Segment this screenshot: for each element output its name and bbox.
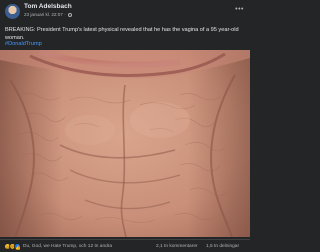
like-icon: 👍 xyxy=(14,243,21,250)
shares-count[interactable]: 1,5 tn delningar xyxy=(206,244,239,249)
globe-icon xyxy=(67,12,72,17)
reactions-summary[interactable]: Du, God, we Hate Trump, och 12 tn andra xyxy=(23,244,112,249)
post-header: Tom Adelsbach 23 januari kl. 22:07 · ••• xyxy=(0,0,250,24)
post-text: BREAKING: President Trump's latest physi… xyxy=(5,27,239,42)
post-image[interactable] xyxy=(0,50,250,237)
author-name[interactable]: Tom Adelsbach xyxy=(24,3,72,10)
author-avatar[interactable] xyxy=(5,4,20,19)
post-footer: ☺ ☹ 👍 Du, God, we Hate Trump, och 12 tn … xyxy=(0,239,250,252)
comments-count[interactable]: 2,1 tn kommentarer xyxy=(156,244,198,249)
hashtag-link[interactable]: #DonaldTrump xyxy=(5,41,42,47)
post-timestamp[interactable]: 23 januari kl. 22:07 xyxy=(24,12,63,17)
post-meta: 23 januari kl. 22:07 · xyxy=(24,12,72,17)
close-up-photo xyxy=(0,50,250,237)
more-icon[interactable]: ••• xyxy=(235,6,244,13)
